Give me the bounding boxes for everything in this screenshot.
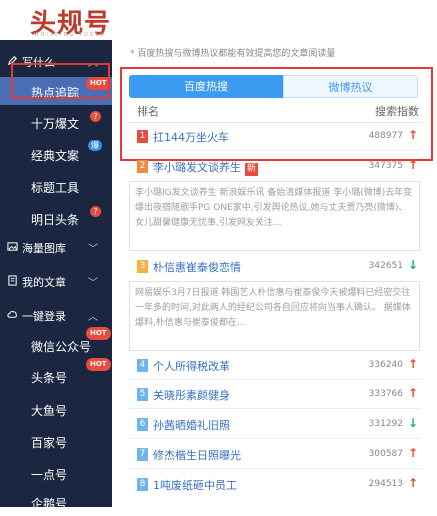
- hot-badge: HOT: [86, 327, 111, 340]
- explode-badge: 爆: [88, 140, 102, 151]
- column-search-index: 搜索指数: [375, 105, 419, 118]
- list-item[interactable]: 8 1吨废纸砸中员工 294513 ↑: [129, 474, 422, 496]
- trend-down-icon: ↓: [407, 258, 418, 272]
- topic-title[interactable]: 修杰楷生日照曝光: [153, 447, 241, 463]
- chevron-up-icon: ︿: [88, 312, 98, 323]
- divider: [129, 408, 422, 409]
- trend-up-icon: ↑: [407, 158, 418, 172]
- trend-up-icon: ↑: [407, 128, 418, 142]
- rank-badge: 8: [137, 478, 148, 491]
- rank-badge: 1: [137, 130, 148, 143]
- search-index: 333766: [368, 389, 403, 399]
- divider: [129, 379, 422, 380]
- topic-title[interactable]: 李小璐发文谈养生: [153, 161, 241, 174]
- document-icon: [8, 275, 17, 286]
- rank-badge: 4: [137, 359, 148, 372]
- tab-weibo-hot-topics[interactable]: 微博热议: [283, 75, 418, 98]
- logo-subtitle: WRITEING TOOLS: [34, 32, 106, 38]
- rank-badge: 3: [137, 260, 148, 273]
- main-panel: * 百度热搜与微博热议都能有效提高您的文章阅读量 百度热搜 微博热议 排名 搜索…: [112, 40, 437, 507]
- sidebar-item-baijia[interactable]: 百家号: [0, 427, 112, 455]
- topic-title[interactable]: 孙茜晒婚礼旧照: [153, 417, 230, 433]
- list-item[interactable]: 6 孙茜晒婚礼旧照 331292 ↓: [129, 414, 422, 436]
- trend-up-icon: ↑: [407, 446, 418, 460]
- trend-down-icon: ↓: [407, 416, 418, 430]
- sidebar-item-penguin[interactable]: 企鹅号: [0, 488, 112, 516]
- notice-text: * 百度热搜与微博热议都能有效提高您的文章阅读量: [130, 49, 336, 59]
- rank-badge: 5: [137, 388, 148, 401]
- trend-up-icon: ↑: [407, 357, 418, 371]
- topic-title[interactable]: 朴信惠崔泰俊恋情: [153, 259, 241, 275]
- rank-badge: 7: [137, 448, 148, 461]
- sidebar-item-title-tool[interactable]: 标题工具: [0, 172, 112, 200]
- list-item[interactable]: 7 修杰楷生日照曝光 300587 ↑: [129, 444, 422, 466]
- trend-up-icon: ↑: [407, 386, 418, 400]
- chevron-down-icon: ﹀: [88, 244, 98, 255]
- topic-summary: 网易娱乐3月7日报道 韩国艺人朴信惠与崔泰俊今天被爆料已经密交往一年多的时间,对…: [129, 281, 420, 351]
- search-index: 347375: [368, 161, 403, 171]
- hint-badge: ?: [90, 206, 101, 217]
- column-rank: 排名: [137, 105, 159, 118]
- sidebar-section-gallery[interactable]: 海量图库 ﹀: [0, 236, 112, 260]
- search-index: 294513: [368, 479, 403, 489]
- list-item[interactable]: 1 扛144万坐火车 488977 ↑: [129, 126, 422, 148]
- search-index: 342651: [368, 261, 403, 271]
- list-item[interactable]: 2 李小璐发文谈养生新 347375 ↑: [129, 156, 422, 178]
- chevron-down-icon: ﹀: [88, 278, 98, 289]
- topic-title[interactable]: 1吨废纸砸中员工: [153, 477, 237, 493]
- topic-summary: 李小璐IG发文谈养生 新浪娱乐讯 备始清媒体报道 李小璐(微博)去年变爆出夜宿随…: [129, 181, 420, 251]
- search-index: 336240: [368, 360, 403, 370]
- sidebar-item-viral-articles[interactable]: 十万爆文 ?: [0, 108, 112, 136]
- topic-title[interactable]: 关晓彤素颜健身: [153, 387, 230, 403]
- highlight-frame-nav: [11, 63, 110, 99]
- tab-baidu-hot-search[interactable]: 百度热搜: [129, 75, 283, 98]
- hint-badge: ?: [90, 111, 101, 122]
- sidebar: 写什么 ︿ 热点追踪 HOT 十万爆文 ? 经典文案 爆 标题工具 明日头条 ?…: [0, 40, 112, 511]
- sidebar-item-classic-copy[interactable]: 经典文案 爆: [0, 140, 112, 168]
- sidebar-item-toutiao[interactable]: 头条号 HOT: [0, 358, 112, 390]
- sidebar-item-tomorrow-headlines[interactable]: 明日头条 ?: [0, 204, 112, 232]
- sidebar-section-my-articles[interactable]: 我的文章 ﹀: [0, 270, 112, 294]
- sidebar-item-wechat[interactable]: 微信公众号 HOT: [0, 327, 112, 359]
- image-icon: [7, 242, 18, 251]
- divider: [129, 150, 422, 151]
- hot-badge: HOT: [86, 358, 111, 371]
- list-item[interactable]: 5 关晓彤素颜健身 333766 ↑: [129, 384, 422, 406]
- topic-title[interactable]: 扛144万坐火车: [153, 129, 229, 145]
- sidebar-item-dayu[interactable]: 大鱼号: [0, 395, 112, 423]
- list-item[interactable]: 3 朴信惠崔泰俊恋情 342651 ↓: [129, 256, 422, 278]
- list-item[interactable]: 4 个人所得税改革 336240 ↑: [129, 355, 422, 377]
- divider: [129, 468, 422, 469]
- top-bar: 头规号 WRITEING TOOLS: [0, 0, 437, 41]
- cloud-icon: [7, 311, 17, 318]
- sidebar-section-one-click-login[interactable]: 一键登录 ︿: [0, 304, 112, 328]
- new-badge: 新: [245, 163, 259, 176]
- search-index: 488977: [368, 131, 403, 141]
- rank-badge: 2: [137, 160, 148, 173]
- divider: [129, 438, 422, 439]
- rank-badge: 6: [137, 418, 148, 431]
- search-index: 300587: [368, 449, 403, 459]
- topic-title-wrap[interactable]: 李小璐发文谈养生新: [153, 159, 259, 176]
- table-header: 排名 搜索指数: [129, 102, 422, 123]
- sidebar-item-yidian[interactable]: 一点号: [0, 459, 112, 487]
- search-index: 331292: [368, 419, 403, 429]
- trend-up-icon: ↑: [407, 476, 418, 490]
- topic-title[interactable]: 个人所得税改革: [153, 358, 230, 374]
